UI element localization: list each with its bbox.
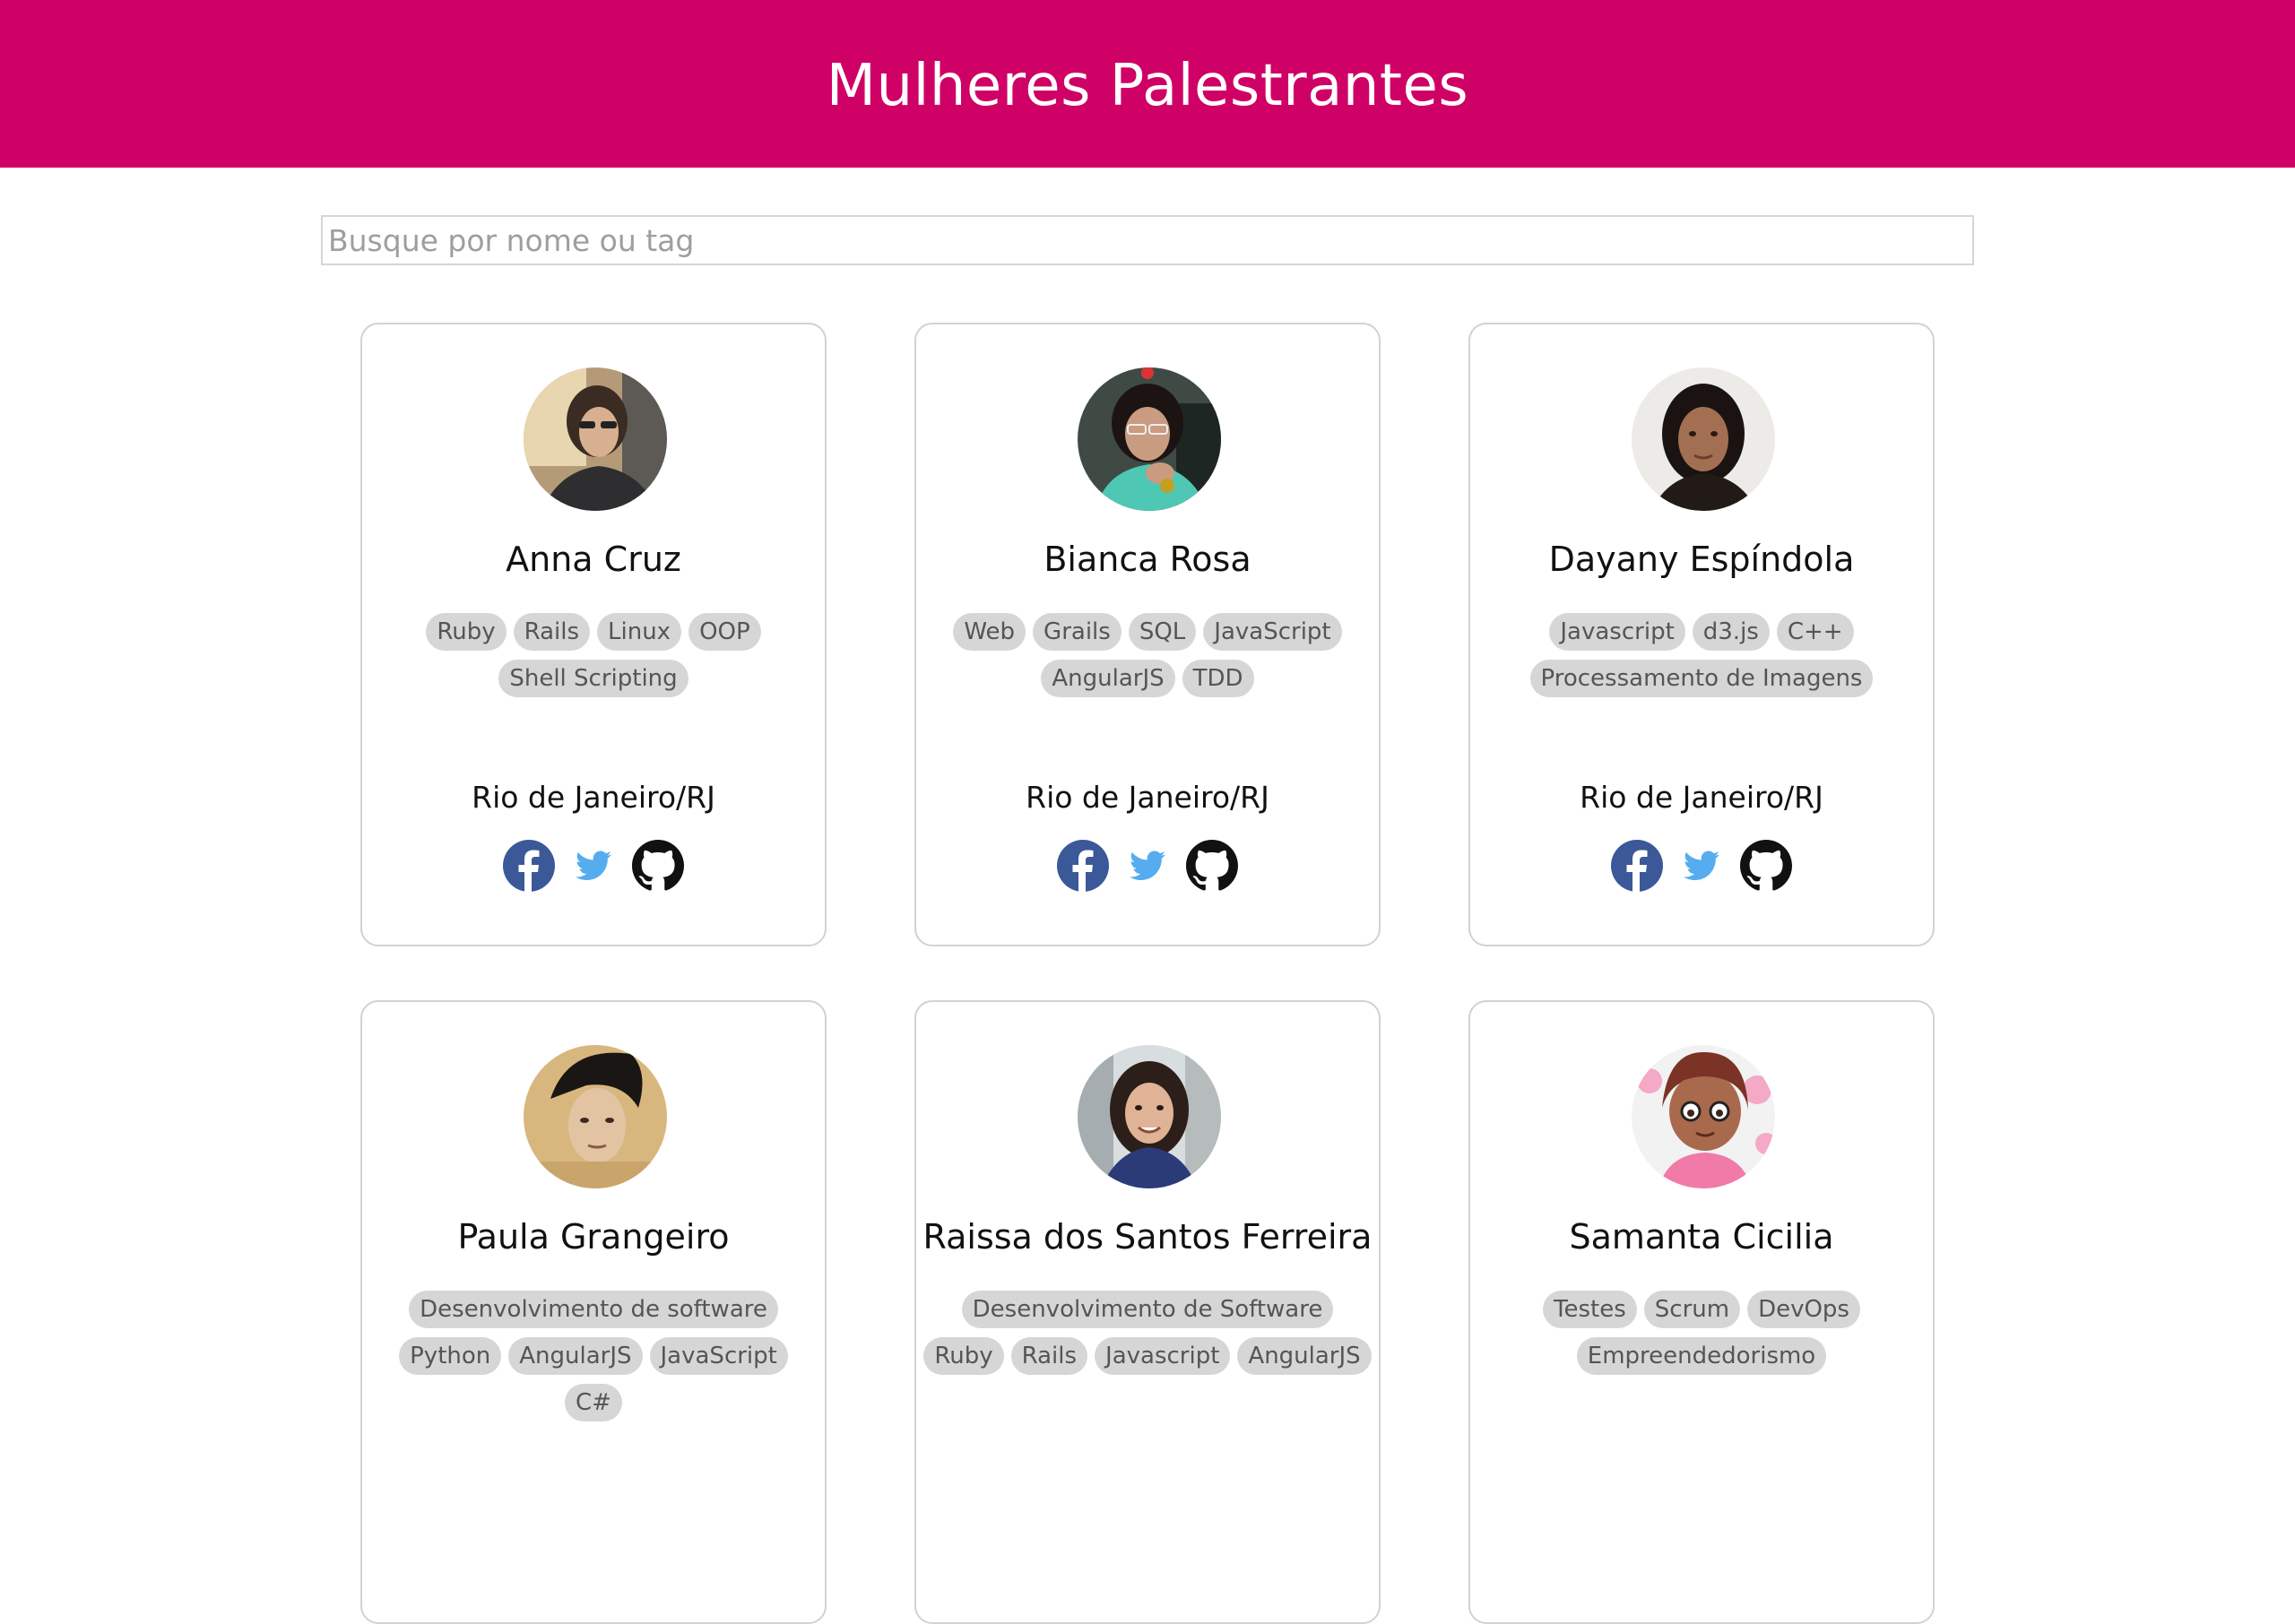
- tag[interactable]: Ruby: [426, 613, 507, 651]
- github-icon[interactable]: [1739, 839, 1793, 893]
- speaker-card-raissa-dos-santos-ferreira: Raissa dos Santos Ferreira Desenvolvimen…: [914, 1000, 1381, 1624]
- tag[interactable]: Shell Scripting: [498, 660, 688, 697]
- facebook-icon[interactable]: [1056, 839, 1110, 893]
- speaker-name: Bianca Rosa: [1044, 540, 1251, 579]
- tag[interactable]: Empreendedorismo: [1576, 1337, 1827, 1375]
- avatar: [1078, 367, 1221, 511]
- tag[interactable]: Web: [953, 613, 1026, 651]
- search-input[interactable]: [321, 215, 1974, 265]
- twitter-icon[interactable]: [1675, 839, 1728, 893]
- github-icon[interactable]: [631, 839, 685, 893]
- tag-list: Desenvolvimento de software Python Angul…: [369, 1291, 818, 1421]
- tag-list: Testes Scrum DevOps Empreendedorismo: [1477, 1291, 1926, 1375]
- tag[interactable]: AngularJS: [1237, 1337, 1372, 1375]
- speaker-location: Rio de Janeiro/RJ: [1580, 780, 1823, 815]
- social-links: [1470, 839, 1933, 893]
- tag[interactable]: Desenvolvimento de software: [409, 1291, 778, 1328]
- speaker-card-paula-grangeiro: Paula Grangeiro Desenvolvimento de softw…: [360, 1000, 827, 1624]
- social-links: [362, 839, 825, 893]
- tag-list: Desenvolvimento de Software Ruby Rails J…: [923, 1291, 1372, 1375]
- tag[interactable]: d3.js: [1692, 613, 1770, 651]
- avatar: [524, 367, 667, 511]
- speaker-card-dayany-espindola: Dayany Espíndola Javascript d3.js C++ Pr…: [1468, 323, 1935, 946]
- tag[interactable]: AngularJS: [508, 1337, 643, 1375]
- speaker-card-bianca-rosa: Bianca Rosa Web Grails SQL JavaScript An…: [914, 323, 1381, 946]
- tag[interactable]: Desenvolvimento de Software: [961, 1291, 1334, 1328]
- tag[interactable]: C++: [1776, 613, 1854, 651]
- speaker-name: Paula Grangeiro: [457, 1217, 730, 1257]
- facebook-icon[interactable]: [1610, 839, 1664, 893]
- speaker-name: Dayany Espíndola: [1548, 540, 1855, 579]
- tag-list: Javascript d3.js C++ Processamento de Im…: [1477, 613, 1926, 697]
- tag[interactable]: Rails: [1010, 1337, 1088, 1375]
- tag[interactable]: C#: [565, 1384, 622, 1421]
- tag[interactable]: Python: [399, 1337, 502, 1375]
- speaker-name: Samanta Cicilia: [1569, 1217, 1834, 1257]
- tag[interactable]: TDD: [1182, 660, 1254, 697]
- twitter-icon[interactable]: [567, 839, 620, 893]
- tag[interactable]: JavaScript: [1203, 613, 1342, 651]
- avatar: [1632, 1045, 1775, 1188]
- tag[interactable]: Linux: [597, 613, 682, 651]
- tag-list: Ruby Rails Linux OOP Shell Scripting: [369, 613, 818, 697]
- speaker-card-anna-cruz: Anna Cruz Ruby Rails Linux OOP Shell Scr…: [360, 323, 827, 946]
- social-links: [916, 839, 1379, 893]
- tag[interactable]: SQL: [1128, 613, 1197, 651]
- tag[interactable]: Rails: [513, 613, 591, 651]
- tag[interactable]: Ruby: [923, 1337, 1004, 1375]
- page-header: Mulheres Palestrantes: [0, 0, 2295, 168]
- avatar: [1078, 1045, 1221, 1188]
- tag-list: Web Grails SQL JavaScript AngularJS TDD: [923, 613, 1372, 697]
- speaker-location: Rio de Janeiro/RJ: [472, 780, 715, 815]
- speaker-card-samanta-cicilia: Samanta Cicilia Testes Scrum DevOps Empr…: [1468, 1000, 1935, 1624]
- github-icon[interactable]: [1185, 839, 1239, 893]
- tag[interactable]: Grails: [1033, 613, 1122, 651]
- facebook-icon[interactable]: [502, 839, 556, 893]
- avatar: [1632, 367, 1775, 511]
- speaker-location: Rio de Janeiro/RJ: [1026, 780, 1269, 815]
- speaker-name: Anna Cruz: [506, 540, 681, 579]
- tag[interactable]: DevOps: [1747, 1291, 1860, 1328]
- speaker-name: Raissa dos Santos Ferreira: [922, 1217, 1373, 1257]
- tag[interactable]: Javascript: [1095, 1337, 1231, 1375]
- tag[interactable]: OOP: [688, 613, 761, 651]
- tag[interactable]: Processamento de Imagens: [1529, 660, 1874, 697]
- page-title: Mulheres Palestrantes: [826, 52, 1469, 119]
- avatar: [524, 1045, 667, 1188]
- tag[interactable]: AngularJS: [1041, 660, 1175, 697]
- tag[interactable]: Testes: [1543, 1291, 1637, 1328]
- twitter-icon[interactable]: [1121, 839, 1174, 893]
- tag[interactable]: Javascript: [1549, 613, 1685, 651]
- tag[interactable]: JavaScript: [649, 1337, 788, 1375]
- tag[interactable]: Scrum: [1643, 1291, 1741, 1328]
